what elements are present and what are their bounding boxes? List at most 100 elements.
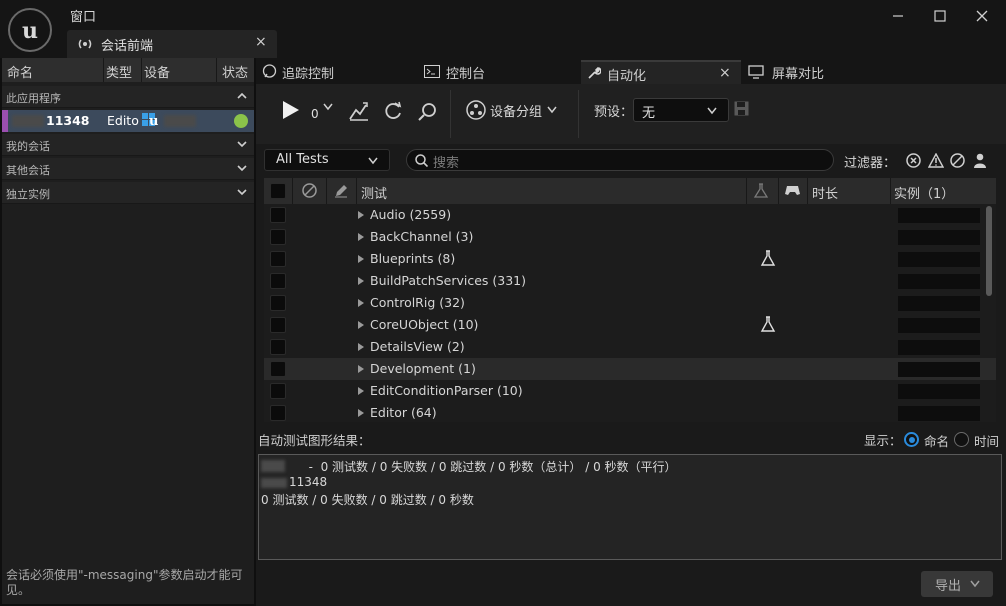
disabled-filter-icon[interactable]	[950, 153, 965, 168]
table-row[interactable]: BackChannel (3)	[264, 226, 996, 248]
toolbar-divider	[450, 90, 451, 138]
col-name[interactable]: 命名	[7, 62, 33, 81]
table-row[interactable]: Editor (64)	[264, 402, 996, 422]
expand-arrow-icon[interactable]	[358, 321, 364, 329]
find-icon[interactable]	[417, 100, 439, 122]
col-divider	[356, 178, 357, 204]
option-name-label: 命名	[924, 434, 950, 449]
table-row[interactable]: DetailsView (2)	[264, 336, 996, 358]
row-checkbox[interactable]	[270, 383, 286, 399]
radio-time[interactable]	[954, 432, 969, 447]
export-button[interactable]: 导出	[921, 571, 993, 597]
export-label: 导出	[935, 579, 962, 594]
close-tab-button[interactable]: ×	[719, 65, 731, 81]
menu-window[interactable]: 窗口	[70, 6, 96, 25]
grid-rows: Audio (2559) BackChannel (3) Blueprints (8…	[264, 204, 996, 422]
grid-scrollbar[interactable]	[986, 206, 992, 296]
table-row[interactable]: Blueprints (8)	[264, 248, 996, 270]
row-checkbox[interactable]	[270, 317, 286, 333]
row-checkbox[interactable]	[270, 295, 286, 311]
expand-arrow-icon[interactable]	[358, 387, 364, 395]
row-checkbox[interactable]	[270, 251, 286, 267]
tab-screen-compare[interactable]: 屏幕对比	[746, 60, 906, 84]
expand-arrow-icon[interactable]	[358, 409, 364, 417]
row-checkbox[interactable]	[270, 229, 286, 245]
row-checkbox[interactable]	[270, 361, 286, 377]
preset-value: 无	[642, 106, 656, 121]
tab-automation[interactable]: 自动化 ×	[581, 60, 741, 84]
col-duration[interactable]: 时长	[812, 183, 838, 202]
option-time-label: 时间	[974, 434, 1000, 449]
user-filter-icon[interactable]	[973, 153, 987, 168]
results-area: - 0 测试数 / 0 失败数 / 0 跳过数 / 0 秒数（总计） / 0 秒…	[258, 454, 1002, 560]
chevron-down-icon[interactable]	[322, 102, 334, 112]
toolbar-divider	[578, 90, 579, 138]
tab-session-frontend[interactable]: 会话前端 ×	[67, 30, 277, 58]
table-row[interactable]: EditConditionParser (10)	[264, 380, 996, 402]
group-this-app[interactable]: 此应用程序	[2, 86, 254, 108]
graph-icon[interactable]	[348, 100, 370, 122]
instance-cell	[898, 340, 980, 355]
row-checkbox[interactable]	[270, 207, 286, 223]
session-color-bar	[2, 110, 8, 132]
instance-cell	[898, 406, 980, 421]
col-type[interactable]: 类型	[106, 62, 132, 81]
group-standalone[interactable]: 独立实例	[2, 182, 254, 204]
select-all-checkbox[interactable]	[270, 183, 286, 199]
test-name: BackChannel (3)	[370, 229, 474, 244]
col-instance[interactable]: 实例（1）	[894, 183, 954, 202]
row-checkbox[interactable]	[270, 339, 286, 355]
flask-col-icon	[753, 183, 769, 199]
table-row[interactable]: CoreUObject (10)	[264, 314, 996, 336]
expand-arrow-icon[interactable]	[358, 365, 364, 373]
expand-arrow-icon[interactable]	[358, 299, 364, 307]
test-name: ControlRig (32)	[370, 295, 465, 310]
chat-bubble-icon	[262, 64, 277, 79]
expand-arrow-icon[interactable]	[358, 211, 364, 219]
tab-console[interactable]: 控制台	[420, 60, 580, 84]
col-device[interactable]: 设备	[144, 62, 170, 81]
instance-cell	[898, 230, 980, 245]
warning-filter-icon[interactable]	[928, 153, 944, 168]
col-status[interactable]: 状态	[222, 62, 248, 81]
flask-icon	[760, 316, 776, 333]
display-label: 显示：	[864, 433, 902, 448]
all-tests-dropdown[interactable]: All Tests	[264, 149, 390, 171]
row-checkbox[interactable]	[270, 405, 286, 421]
sessions-panel: 命名 类型 设备 状态 此应用程序 11348 Edito u 我的会话 其他会…	[2, 58, 254, 604]
table-row[interactable]: ControlRig (32)	[264, 292, 996, 314]
table-row[interactable]: BuildPatchServices (331)	[264, 270, 996, 292]
device-group-button[interactable]: 设备分组	[490, 101, 542, 120]
instance-cell	[898, 318, 980, 333]
close-window-button[interactable]	[970, 6, 994, 26]
col-test[interactable]: 测试	[361, 183, 387, 202]
group-label: 我的会话	[6, 140, 50, 153]
instance-cell	[898, 274, 980, 289]
col-divider	[216, 58, 217, 82]
search-input[interactable]: 搜索	[406, 149, 834, 171]
test-name: BuildPatchServices (331)	[370, 273, 527, 288]
error-filter-icon[interactable]	[906, 153, 921, 168]
expand-arrow-icon[interactable]	[358, 277, 364, 285]
table-row[interactable]: Development (1)	[264, 358, 996, 380]
tab-trace-control[interactable]: 追踪控制	[256, 60, 416, 84]
row-checkbox[interactable]	[270, 273, 286, 289]
table-row[interactable]: Audio (2559)	[264, 204, 996, 226]
group-other-sessions[interactable]: 其他会话	[2, 158, 254, 180]
chevron-down-icon	[236, 186, 248, 198]
refresh-icon[interactable]	[382, 100, 404, 122]
expand-arrow-icon[interactable]	[358, 233, 364, 241]
save-icon[interactable]	[734, 101, 749, 116]
expand-arrow-icon[interactable]	[358, 255, 364, 263]
gamepad-icon	[784, 184, 801, 197]
preset-dropdown[interactable]: 无	[633, 98, 729, 122]
minimize-button[interactable]	[886, 6, 910, 26]
session-row[interactable]: 11348 Edito u	[2, 110, 254, 132]
instance-cell	[898, 252, 980, 267]
expand-arrow-icon[interactable]	[358, 343, 364, 351]
close-tab-button[interactable]: ×	[255, 34, 267, 50]
play-icon[interactable]	[282, 100, 300, 120]
maximize-button[interactable]	[928, 6, 952, 26]
radio-name[interactable]	[904, 432, 919, 447]
group-my-sessions[interactable]: 我的会话	[2, 134, 254, 156]
